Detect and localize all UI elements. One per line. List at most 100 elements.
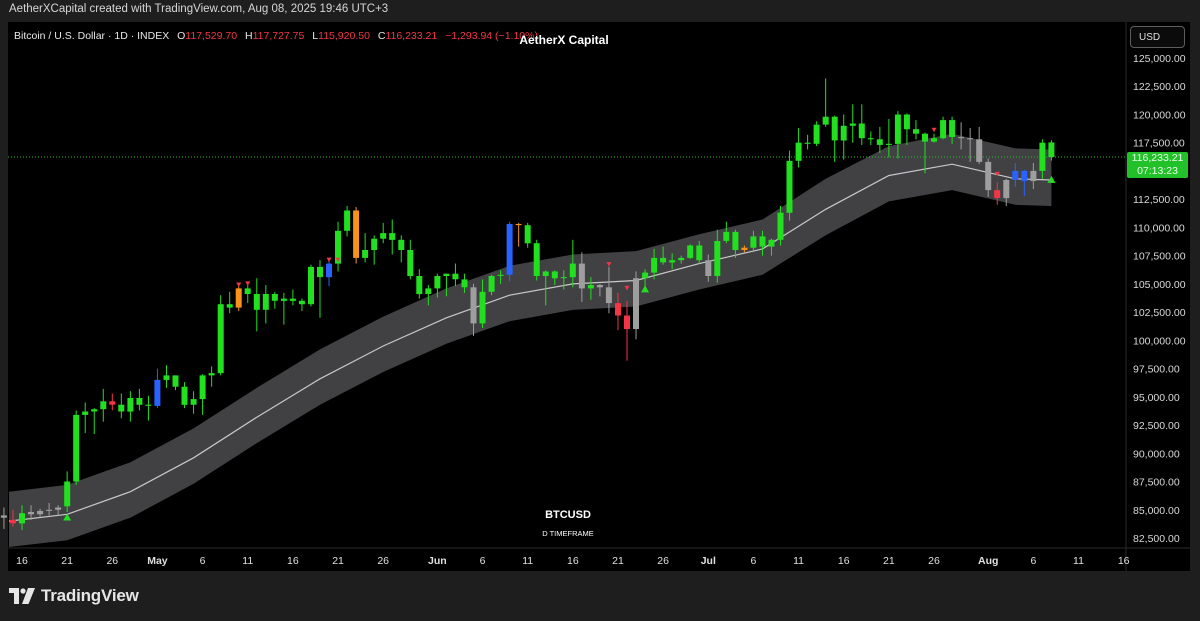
- candle: [280, 292, 287, 325]
- y-tick-label: 102,500.00: [1133, 307, 1186, 319]
- candle: [190, 391, 197, 414]
- candle: [109, 393, 116, 411]
- candle-body: [244, 288, 251, 294]
- candle: [226, 291, 233, 314]
- bar-countdown: 07:13:23: [1137, 164, 1178, 177]
- x-tick-label: 6: [751, 555, 757, 567]
- candle: [795, 128, 802, 168]
- candle-body: [759, 236, 766, 247]
- candle: [389, 219, 396, 255]
- candle-body: [858, 123, 865, 139]
- sell-signal-marker: [326, 257, 332, 263]
- candle-body: [208, 373, 215, 376]
- candle-body: [587, 285, 594, 289]
- candle: [633, 271, 639, 340]
- candle: [353, 207, 360, 264]
- candle-body: [217, 304, 224, 374]
- candle-body: [542, 271, 549, 276]
- candle: [154, 368, 161, 409]
- candle-body: [145, 404, 152, 406]
- candle-body: [732, 231, 739, 250]
- candle: [398, 235, 405, 263]
- candle: [73, 410, 80, 485]
- candle: [723, 221, 730, 244]
- candle-body: [615, 303, 621, 316]
- candle: [172, 375, 179, 391]
- candle-body: [91, 409, 98, 412]
- candle-body: [750, 236, 757, 248]
- candle-body: [289, 298, 296, 301]
- candle-body: [118, 404, 125, 412]
- x-tick-label: 6: [200, 555, 206, 567]
- candle-body: [73, 414, 80, 482]
- candle-body: [994, 190, 1001, 198]
- sell-signal-marker: [236, 282, 242, 288]
- candle-body: [470, 287, 477, 324]
- candle-body: [696, 245, 703, 261]
- candle-body: [596, 285, 603, 288]
- y-tick-label: 110,000.00: [1133, 222, 1185, 234]
- y-tick-label: 97,500.00: [1133, 364, 1180, 376]
- currency-button[interactable]: USD: [1130, 26, 1185, 48]
- candle-body: [642, 272, 649, 279]
- candle-body: [831, 116, 838, 141]
- candle-body: [560, 277, 567, 279]
- candle: [208, 366, 215, 387]
- candle-body: [840, 125, 847, 141]
- candle-body: [235, 288, 242, 308]
- candle: [822, 78, 829, 127]
- x-tick-label: 16: [1118, 555, 1130, 567]
- candle-body: [795, 142, 802, 161]
- candle-body: [181, 386, 188, 405]
- candle-body: [425, 288, 432, 294]
- candle-body: [109, 401, 116, 405]
- y-tick-label: 125,000.00: [1133, 53, 1186, 65]
- candle-body: [967, 138, 974, 140]
- x-tick-label: 16: [287, 555, 299, 567]
- candle-body: [344, 210, 351, 231]
- candle: [786, 150, 793, 221]
- candle-body: [524, 225, 531, 244]
- candle: [91, 408, 98, 435]
- candle-body: [380, 233, 387, 239]
- candle-body: [253, 294, 260, 310]
- candle-body: [913, 129, 919, 134]
- candle: [876, 126, 883, 153]
- candle-body: [624, 315, 630, 330]
- candle-body: [714, 241, 721, 276]
- candle-body: [371, 238, 378, 250]
- candle-body: [958, 137, 965, 139]
- candle: [858, 104, 865, 145]
- candle: [199, 374, 206, 415]
- candle-body: [949, 120, 956, 137]
- candle: [804, 134, 811, 150]
- candle-body: [885, 143, 892, 145]
- x-tick-label: Aug: [978, 555, 998, 567]
- tradingview-logo[interactable]: TradingView: [9, 586, 139, 606]
- candle-body: [154, 379, 161, 406]
- author-watermark: AetherX Capital: [519, 33, 609, 47]
- candle-body: [172, 375, 179, 387]
- y-tick-label: 105,000.00: [1133, 279, 1186, 291]
- x-tick-label: 6: [1030, 555, 1036, 567]
- candle-body: [633, 278, 639, 329]
- x-tick-label: 21: [332, 555, 344, 567]
- candle-body: [226, 304, 233, 308]
- x-tick-label: 26: [928, 555, 940, 567]
- candle-body: [687, 245, 694, 258]
- candle-body: [1048, 142, 1055, 157]
- candle-body: [985, 161, 992, 191]
- candle: [416, 269, 423, 299]
- candle: [380, 222, 387, 244]
- candle: [100, 388, 107, 422]
- candle: [145, 395, 152, 421]
- chart-canvas[interactable]: 82,500.00 85,000.00 87,500.00 90,000.00 92,5…: [0, 0, 1200, 621]
- candle-body: [931, 138, 937, 142]
- last-price-value: 116,233.21: [1131, 152, 1184, 164]
- candle-body: [578, 263, 585, 289]
- y-tick-label: 120,000.00: [1133, 109, 1186, 121]
- candle-body: [777, 212, 784, 240]
- x-tick-label: May: [147, 555, 168, 567]
- candle: [976, 126, 983, 165]
- candle: [253, 278, 260, 332]
